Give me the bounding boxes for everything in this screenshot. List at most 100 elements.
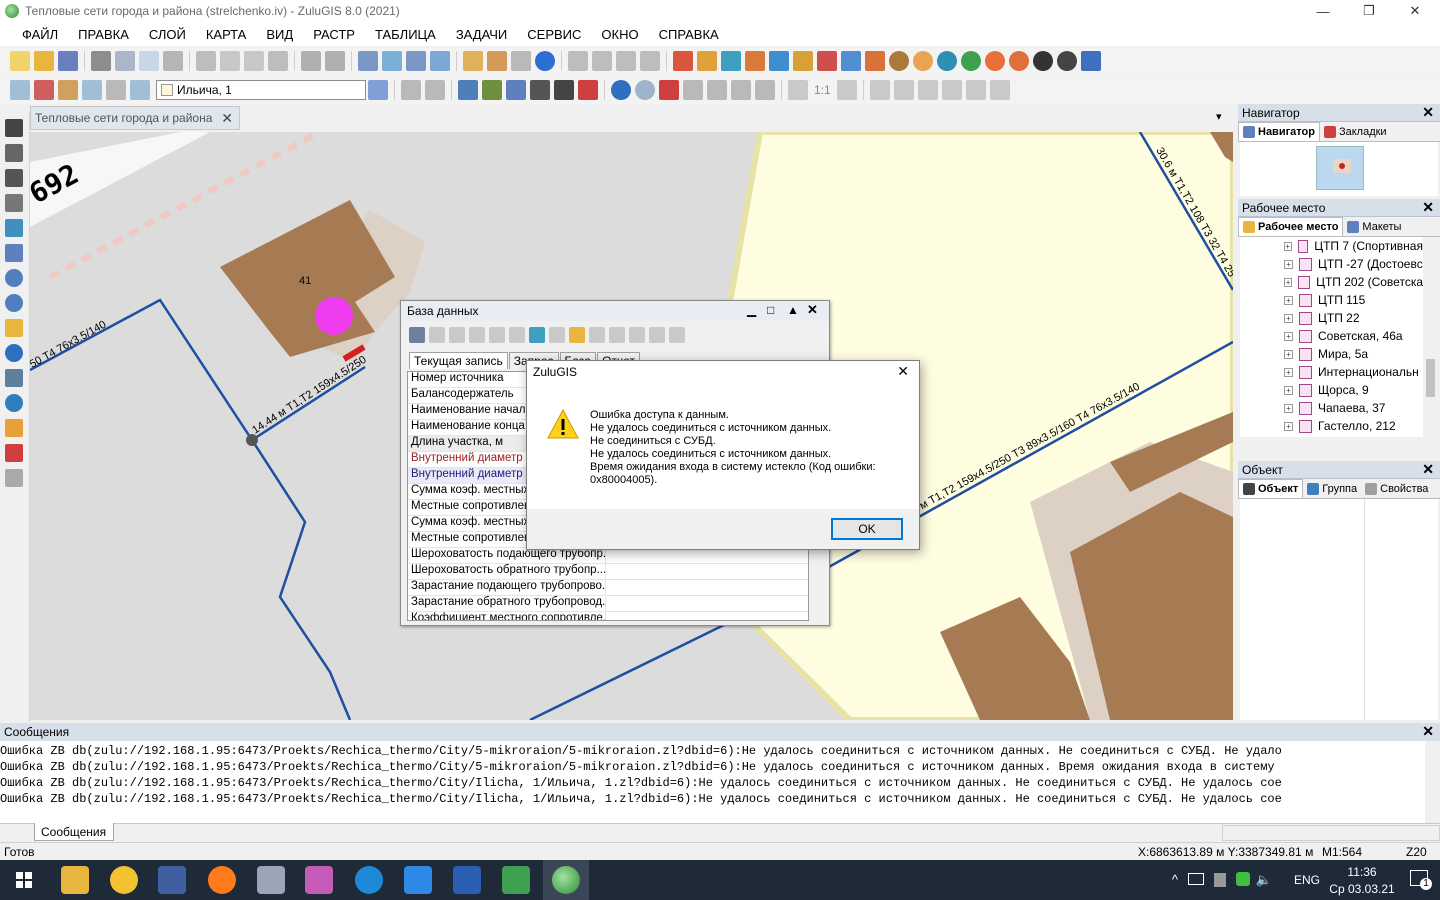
save-icon[interactable] [58, 51, 78, 71]
db-minimize-icon[interactable]: ▁ [747, 303, 756, 317]
fault-icon[interactable] [865, 51, 885, 71]
clock-date[interactable]: Ср 03.03.21 [1320, 882, 1404, 896]
messages-close-icon[interactable]: ✕ [1422, 723, 1434, 740]
move-icon[interactable] [683, 80, 703, 100]
binoculars2-icon[interactable] [482, 80, 502, 100]
layer-manager-icon[interactable] [382, 51, 402, 71]
h-circle-icon[interactable] [937, 51, 957, 71]
chart-icon[interactable] [1081, 51, 1101, 71]
db-next-record-icon[interactable] [469, 327, 485, 343]
tab-workspace[interactable]: Рабочее место [1238, 217, 1344, 236]
layer-edit-icon[interactable] [106, 80, 126, 100]
db-open-icon[interactable] [569, 327, 585, 343]
ruler-icon[interactable] [5, 419, 23, 437]
map-document-tab[interactable]: Тепловые сети города и района ✕ [30, 106, 240, 130]
tree-item[interactable]: + Гастелло, 212 [1240, 417, 1423, 435]
doc3-icon[interactable] [616, 51, 636, 71]
close-window-button[interactable]: ✕ [1392, 0, 1438, 22]
tree-item[interactable]: + ЦТП 22 [1240, 309, 1423, 327]
redo-icon[interactable] [325, 51, 345, 71]
network-icon[interactable] [673, 51, 693, 71]
d-circle-icon[interactable] [889, 51, 909, 71]
locate-icon[interactable] [578, 80, 598, 100]
play-icon[interactable] [1033, 51, 1053, 71]
menu-map[interactable]: КАРТА [196, 27, 257, 42]
ok-button[interactable]: OK [831, 518, 903, 540]
identify-icon[interactable] [5, 369, 23, 387]
scale-icon[interactable] [836, 80, 857, 100]
db-search-icon[interactable] [549, 327, 565, 343]
menu-raster[interactable]: РАСТР [303, 27, 365, 42]
zulu-app-icon[interactable] [502, 866, 530, 894]
undo-icon[interactable] [301, 51, 321, 71]
new-icon[interactable] [10, 51, 30, 71]
isolate-icon[interactable] [817, 51, 837, 71]
zulugis-taskbar-button[interactable] [543, 860, 589, 900]
move2-icon[interactable] [707, 80, 727, 100]
layer-combo[interactable]: Ильича, 1 [156, 80, 366, 100]
db-first-record-icon[interactable] [429, 327, 445, 343]
object-close-icon[interactable]: ✕ [1422, 461, 1434, 478]
paint-app-icon[interactable] [305, 866, 333, 894]
cut-icon[interactable] [196, 51, 216, 71]
sql-icon[interactable] [554, 80, 574, 100]
navigator-close-icon[interactable]: ✕ [1422, 104, 1434, 121]
binoculars-icon[interactable] [458, 80, 478, 100]
select-icon[interactable] [401, 80, 421, 100]
shape-icon[interactable] [869, 80, 890, 100]
stop-icon[interactable] [1057, 51, 1077, 71]
messages-hscrollbar[interactable] [1222, 825, 1440, 841]
maximize-button[interactable]: ❐ [1346, 0, 1392, 22]
usb-icon[interactable] [1214, 873, 1226, 887]
binoculars3-icon[interactable] [506, 80, 526, 100]
filter-icon[interactable] [425, 80, 445, 100]
scale-one-label[interactable]: 1:1 [814, 83, 831, 97]
b-circle-icon[interactable] [913, 51, 933, 71]
layer-props-icon[interactable] [58, 80, 78, 100]
menu-table[interactable]: ТАБЛИЦА [365, 27, 446, 42]
tab-navigator[interactable]: Навигатор [1238, 122, 1320, 141]
db-query-icon[interactable] [509, 327, 525, 343]
layer-add-icon[interactable] [10, 80, 30, 100]
table-row[interactable]: Зарастание подающего трубопрово... [408, 580, 808, 596]
goto-icon[interactable] [5, 394, 23, 412]
back-icon[interactable] [611, 80, 631, 100]
workspace-hscrollbar[interactable] [1240, 439, 1438, 454]
tree-item[interactable]: + Мира, 5а [1240, 345, 1423, 363]
tree-item[interactable]: + ЦТП 202 (Советска [1240, 273, 1423, 291]
file-explorer-icon[interactable] [61, 866, 89, 894]
db-save-icon[interactable] [649, 327, 665, 343]
table-row[interactable]: Зарастание обратного трубопровод... [408, 596, 808, 612]
doc4-icon[interactable] [640, 51, 660, 71]
messages-scrollbar[interactable] [1425, 741, 1440, 823]
overview-map-thumbnail[interactable] [1316, 146, 1364, 190]
pencil-icon[interactable] [368, 80, 388, 100]
s-circle-icon[interactable] [985, 51, 1005, 71]
tree-item[interactable]: + ЦТП 7 (Спортивная [1240, 237, 1423, 255]
menu-file[interactable]: ФАЙЛ [12, 27, 68, 42]
tree-item[interactable]: + Советская, 46а [1240, 327, 1423, 345]
dialog-close-icon[interactable]: ✕ [897, 363, 909, 380]
db-maximize-icon[interactable]: □ [767, 303, 774, 317]
db-close-icon[interactable]: ✕ [807, 302, 818, 318]
layer-style-icon[interactable] [82, 80, 102, 100]
open-icon[interactable] [34, 51, 54, 71]
help-icon[interactable] [535, 51, 555, 71]
pan-hand-icon[interactable] [5, 319, 23, 337]
clock-time[interactable]: 11:36 [1332, 865, 1392, 879]
volume-icon[interactable]: 🔈 [1256, 872, 1272, 888]
refresh-icon[interactable] [5, 219, 23, 237]
forward-icon[interactable] [635, 80, 655, 100]
rotate-icon[interactable] [5, 169, 23, 187]
archicad-icon[interactable] [110, 866, 138, 894]
path-icon[interactable] [769, 51, 789, 71]
db-check-icon[interactable] [589, 327, 605, 343]
table-icon[interactable] [406, 51, 426, 71]
wechat-icon[interactable] [1236, 872, 1250, 886]
select-node-icon[interactable] [5, 194, 23, 212]
tab-bookmarks[interactable]: Закладки [1320, 122, 1391, 141]
db-add-icon[interactable] [609, 327, 625, 343]
layer-remove-icon[interactable] [34, 80, 54, 100]
move4-icon[interactable] [755, 80, 775, 100]
menu-tasks[interactable]: ЗАДАЧИ [446, 27, 517, 42]
